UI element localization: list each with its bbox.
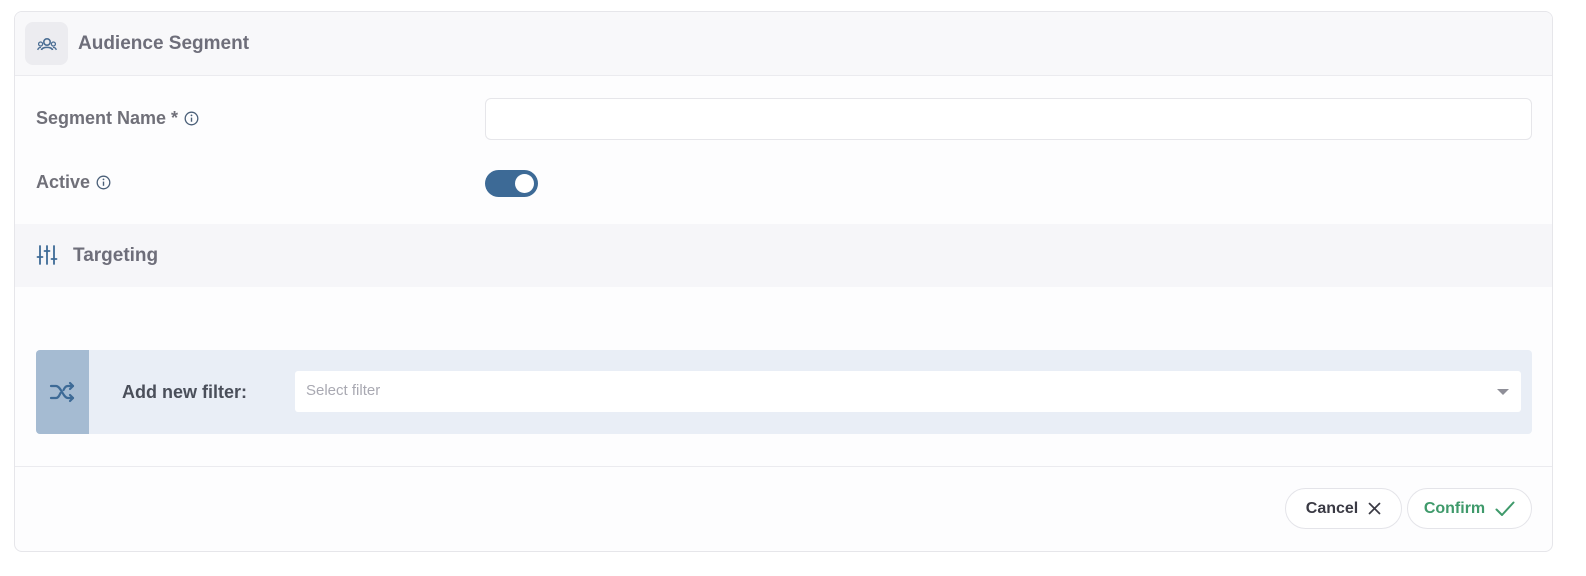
confirm-button-label: Confirm [1423,499,1486,517]
toggle-knob [515,174,534,193]
active-label: Active [36,172,111,193]
shuffle-icon [49,381,74,403]
filter-select-placeholder: Select filter [306,382,381,399]
cancel-button[interactable]: Cancel [1285,488,1402,529]
targeting-section-header: Targeting [15,224,1552,287]
audience-segment-panel: Audience Segment Segment Name * Active T… [14,11,1553,552]
filter-select[interactable]: Select filter [295,371,1521,412]
active-label-text: Active [36,172,91,192]
targeting-title: Targeting [73,245,159,266]
info-icon[interactable] [184,111,199,126]
panel-title: Audience Segment [78,33,250,54]
check-icon [1495,501,1515,516]
add-filter-row: Add new filter: Select filter [36,350,1532,434]
panel-header: Audience Segment [15,12,1552,76]
audience-icon-container [25,22,68,65]
add-filter-label: Add new filter: [122,382,247,402]
chevron-down-icon [1497,389,1509,395]
info-icon[interactable] [96,175,111,190]
segment-name-label: Segment Name * [36,108,199,129]
confirm-button[interactable]: Confirm [1407,488,1532,529]
active-toggle[interactable] [485,170,538,197]
close-icon [1368,502,1381,515]
audience-icon [36,37,57,50]
footer-divider [15,466,1552,467]
cancel-button-label: Cancel [1305,499,1359,517]
sliders-icon [36,245,58,265]
segment-name-label-text: Segment Name * [36,108,179,128]
filter-icon-container [36,350,89,434]
segment-name-input[interactable] [485,98,1532,140]
